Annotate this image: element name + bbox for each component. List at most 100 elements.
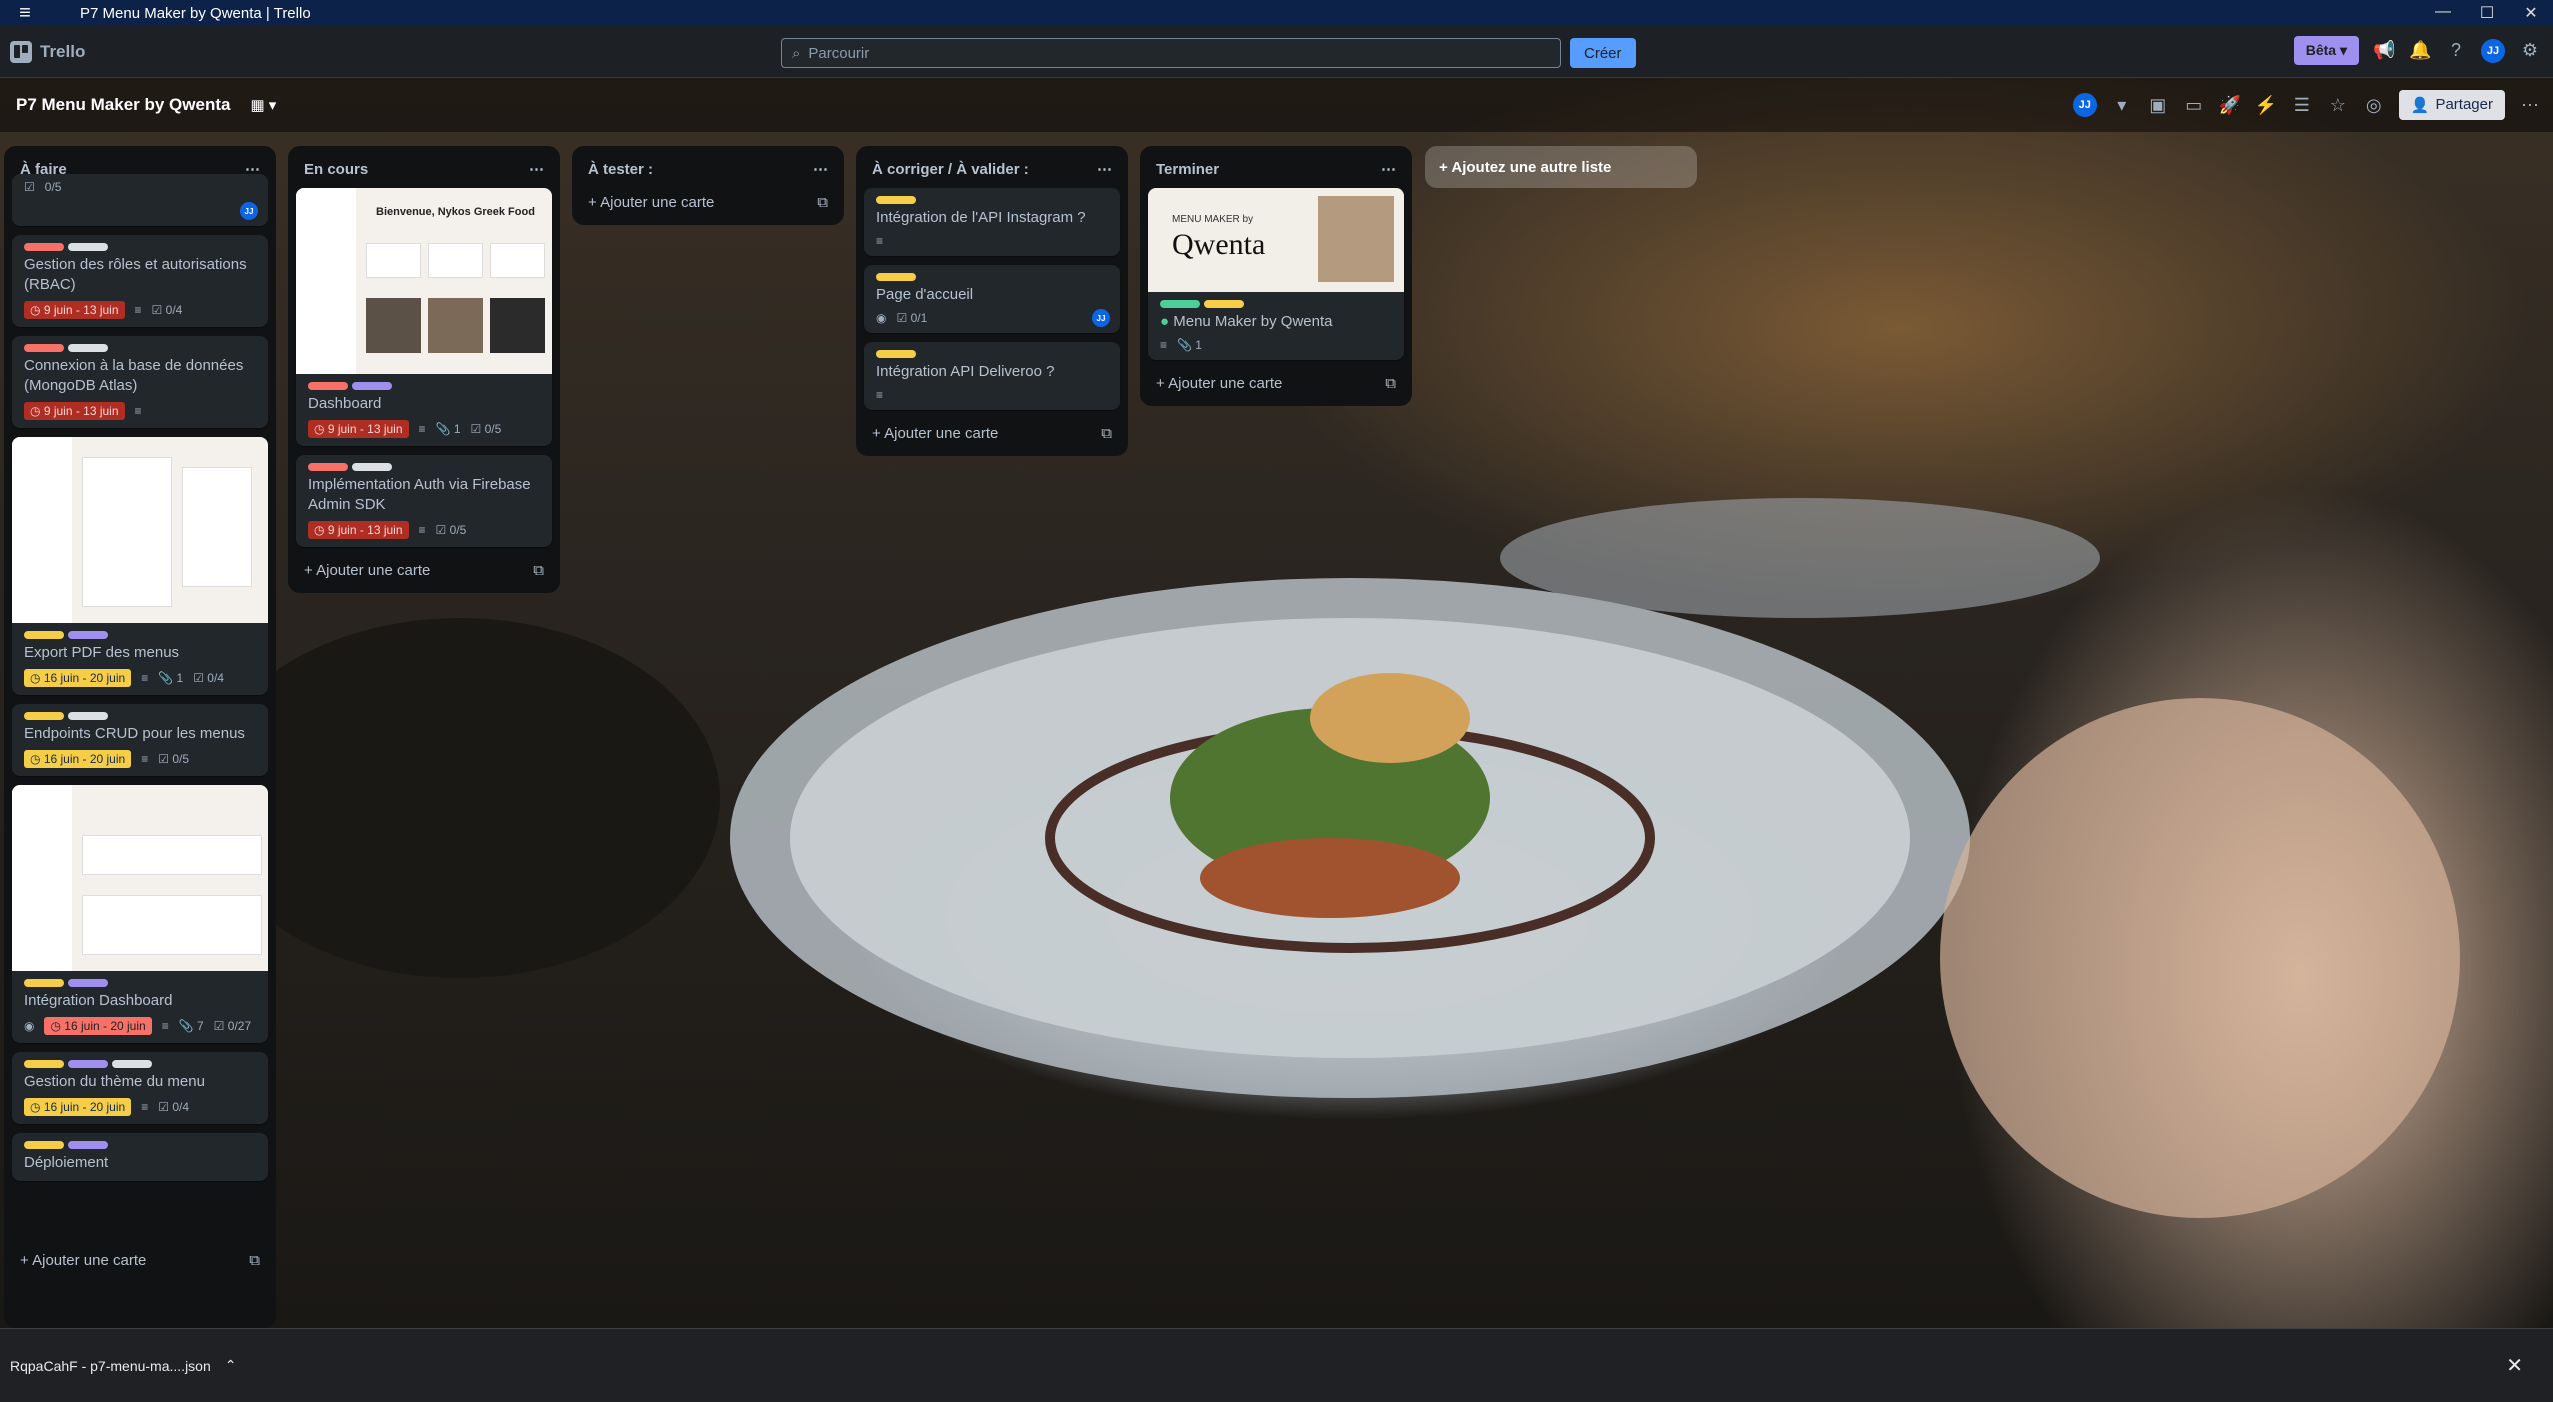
list-item[interactable]: Page d'accueil ◉ ☑ 0/1 JJ xyxy=(864,265,1120,333)
minimize-icon[interactable]: — xyxy=(2421,3,2465,23)
star-icon[interactable]: ☆ xyxy=(2327,95,2349,116)
megaphone-icon[interactable]: 📢 xyxy=(2373,40,2395,61)
due-date-badge[interactable]: ◷ 16 juin - 20 juin xyxy=(24,750,132,768)
watch-icon: ◉ xyxy=(24,1019,35,1033)
description-icon: ≡ xyxy=(418,523,426,537)
description-icon: ≡ xyxy=(876,234,884,248)
template-icon[interactable]: ⧉ xyxy=(1101,425,1112,442)
list-item[interactable]: Intégration Dashboard ◉ ◷ 16 juin - 20 ju… xyxy=(12,785,268,1043)
list-terminer: Terminer ⋯ MENU MAKER by Qwenta ● Menu Ma… xyxy=(1140,146,1412,406)
list-item[interactable]: ☑ 0/5 JJ xyxy=(12,174,268,226)
rocket-icon[interactable]: 🚀 xyxy=(2219,95,2241,116)
attachment-badge: 📎 1 xyxy=(435,422,461,436)
list-item[interactable]: Endpoints CRUD pour les menus ◷ 16 juin … xyxy=(12,704,268,776)
close-window-icon[interactable]: ✕ xyxy=(2509,3,2553,23)
list-title[interactable]: En cours xyxy=(304,161,368,178)
checklist-badge: ☑ 0/5 xyxy=(470,422,502,436)
member-avatar[interactable]: JJ xyxy=(240,202,258,220)
complete-icon: ● xyxy=(1160,313,1170,330)
description-icon: ≡ xyxy=(141,671,149,685)
due-date-badge[interactable]: ◷ 9 juin - 13 juin xyxy=(24,301,125,319)
due-date-badge[interactable]: ◷ 16 juin - 20 juin xyxy=(44,1017,152,1035)
list-item[interactable]: Gestion des rôles et autorisations (RBAC… xyxy=(12,235,268,327)
list-menu-icon[interactable]: ⋯ xyxy=(529,160,544,178)
avatar[interactable]: JJ xyxy=(2481,38,2505,63)
powerup-icon[interactable]: ▣ xyxy=(2147,95,2169,116)
add-card-button[interactable]: + Ajouter une carte ⧉ xyxy=(296,556,552,585)
checklist-badge: ☑ 0/27 xyxy=(213,1019,252,1033)
trello-logo[interactable]: Trello xyxy=(0,40,85,63)
create-button[interactable]: Créer xyxy=(1570,38,1636,68)
description-icon: ≡ xyxy=(161,1019,169,1033)
list-item[interactable]: Gestion du thème du menu ◷ 16 juin - 20 … xyxy=(12,1052,268,1124)
search-input[interactable]: ⌕ Parcourir xyxy=(781,38,1561,68)
list-item[interactable]: Intégration API Deliveroo ? ≡ xyxy=(864,342,1120,410)
description-icon: ≡ xyxy=(418,422,426,436)
chevron-down-icon[interactable]: ▾ xyxy=(2111,95,2133,116)
visibility-icon[interactable]: ◎ xyxy=(2363,95,2385,116)
list-a-faire: À faire ⋯ ☑ 0/5 JJ Gestion des rôles et au… xyxy=(4,146,276,1328)
list-item[interactable]: MENU MAKER by Qwenta ● Menu Maker by Qwe… xyxy=(1148,188,1404,360)
bell-icon[interactable]: 🔔 xyxy=(2409,40,2431,61)
add-card-button[interactable]: + Ajouter une carte ⧉ xyxy=(580,188,836,217)
beta-button[interactable]: Bêta ▾ xyxy=(2293,36,2359,65)
list-a-corriger: À corriger / À valider : ⋯ Intégration de… xyxy=(856,146,1128,456)
checklist-badge: ☑ 0/4 xyxy=(151,303,183,317)
template-icon[interactable]: ⧉ xyxy=(817,194,828,211)
board-header: P7 Menu Maker by Qwenta ▦ ▾ JJ ▾ ▣ ▭ 🚀 ⚡… xyxy=(0,78,2553,132)
list-en-cours: En cours ⋯ Bienvenue, Nykos Greek Food Da… xyxy=(288,146,560,593)
board-view-switcher[interactable]: ▦ ▾ xyxy=(250,96,276,114)
list-menu-icon[interactable]: ⋯ xyxy=(1381,160,1396,178)
list-title[interactable]: Terminer xyxy=(1156,161,1219,178)
list-item[interactable]: Intégration de l'API Instagram ? ≡ xyxy=(864,188,1120,256)
list-item[interactable]: Export PDF des menus ◷ 16 juin - 20 juin… xyxy=(12,437,268,695)
card-icon[interactable]: ▭ xyxy=(2183,95,2205,116)
add-list-button[interactable]: + Ajoutez une autre liste xyxy=(1425,146,1697,188)
chevron-up-icon[interactable]: ⌃ xyxy=(225,1357,237,1374)
description-icon: ≡ xyxy=(134,303,142,317)
add-card-button[interactable]: + Ajouter une carte ⧉ xyxy=(1148,369,1404,398)
list-item[interactable]: Connexion à la base de données (MongoDB … xyxy=(12,336,268,428)
attachment-badge: 📎 1 xyxy=(1177,338,1202,352)
list-item[interactable]: Bienvenue, Nykos Greek Food Dashboard ◷ … xyxy=(296,188,552,446)
due-date-badge[interactable]: ◷ 16 juin - 20 juin xyxy=(24,669,132,687)
help-icon[interactable]: ? xyxy=(2445,40,2467,61)
template-icon[interactable]: ⧉ xyxy=(1385,375,1396,392)
list-menu-icon[interactable]: ⋯ xyxy=(813,160,828,178)
list-title[interactable]: À tester : xyxy=(588,161,653,178)
attachment-badge: 📎 7 xyxy=(178,1019,204,1033)
template-icon[interactable]: ⧉ xyxy=(249,1252,260,1269)
trello-logo-icon xyxy=(10,40,32,63)
due-date-badge[interactable]: ◷ 16 juin - 20 juin xyxy=(24,1098,132,1116)
gear-icon[interactable]: ⚙ xyxy=(2519,40,2541,61)
automation-icon[interactable]: ⚡ xyxy=(2255,95,2277,116)
list-item[interactable]: Implémentation Auth via Firebase Admin S… xyxy=(296,455,552,547)
more-icon[interactable]: ⋯ xyxy=(2519,95,2541,116)
add-card-button[interactable]: + Ajouter une carte ⧉ xyxy=(864,419,1120,448)
share-button[interactable]: 👤 Partager xyxy=(2398,90,2505,120)
due-date-badge[interactable]: ◷ 9 juin - 13 juin xyxy=(308,521,409,539)
template-icon[interactable]: ⧉ xyxy=(533,562,544,579)
download-file[interactable]: RqpaCahF - p7-menu-ma....json xyxy=(10,1358,211,1374)
add-card-button[interactable]: + Ajouter une carte ⧉ xyxy=(12,1246,268,1275)
description-icon: ≡ xyxy=(1160,338,1168,352)
due-date-badge[interactable]: ◷ 9 juin - 13 juin xyxy=(24,402,125,420)
description-icon: ≡ xyxy=(876,388,884,402)
list-menu-icon[interactable]: ⋯ xyxy=(1097,160,1112,178)
board-title[interactable]: P7 Menu Maker by Qwenta xyxy=(0,95,230,115)
description-icon: ≡ xyxy=(141,1100,149,1114)
checklist-badge: ☑ 0/5 xyxy=(158,752,189,766)
menu-icon[interactable]: ≡ xyxy=(0,2,50,25)
member-avatar[interactable]: JJ xyxy=(2072,93,2097,117)
list-title[interactable]: À corriger / À valider : xyxy=(872,161,1029,178)
due-date-badge[interactable]: ◷ 9 juin - 13 juin xyxy=(308,420,409,438)
list-item[interactable]: Déploiement xyxy=(12,1133,268,1181)
checklist-icon: ☑ xyxy=(24,180,35,194)
filter-icon[interactable]: ☰ xyxy=(2291,95,2313,116)
maximize-icon[interactable]: ☐ xyxy=(2465,3,2509,23)
trello-header: Trello ⌕ Parcourir Créer Bêta ▾ 📢 🔔 ? JJ … xyxy=(0,26,2553,78)
member-avatar[interactable]: JJ xyxy=(1092,309,1110,327)
close-icon[interactable]: ✕ xyxy=(2506,1353,2523,1378)
window-title: P7 Menu Maker by Qwenta | Trello xyxy=(80,4,311,22)
card-cover-image xyxy=(12,785,268,971)
